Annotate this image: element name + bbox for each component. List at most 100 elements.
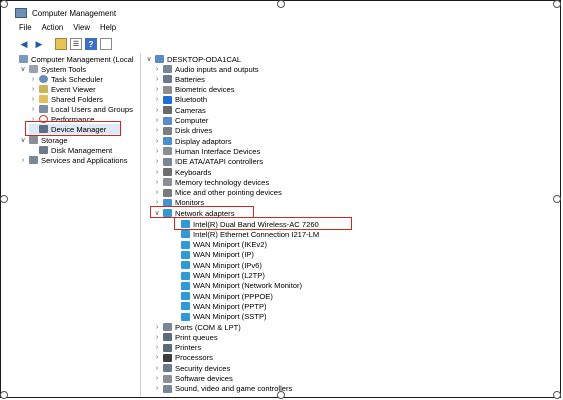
forward-arrow-icon[interactable]: ▶: [33, 38, 45, 50]
mouse-icon: [163, 188, 172, 197]
menu-view[interactable]: View: [73, 23, 90, 35]
device-label: Audio inputs and outputs: [175, 64, 259, 74]
resize-handle[interactable]: [553, 0, 561, 8]
chevron-right-icon[interactable]: ›: [153, 334, 161, 341]
menu-action[interactable]: Action: [42, 23, 64, 35]
device-category[interactable]: › Batteries: [153, 74, 205, 84]
storage-icon: [29, 136, 38, 144]
device-category[interactable]: › Processors: [153, 353, 213, 363]
device-category[interactable]: › Software devices: [153, 374, 233, 384]
chevron-right-icon[interactable]: ›: [29, 96, 37, 103]
device-category[interactable]: › Memory technology devices: [153, 177, 269, 187]
chevron-right-icon[interactable]: ›: [153, 169, 161, 176]
device-category[interactable]: › IDE ATA/ATAPI controllers: [153, 157, 263, 167]
network-adapter-icon: [181, 302, 190, 311]
chevron-right-icon[interactable]: ›: [153, 385, 161, 392]
back-arrow-icon[interactable]: ◀: [18, 38, 30, 50]
network-adapter-item[interactable]: WAN Miniport (L2TP): [171, 271, 265, 281]
clock-icon: [39, 75, 48, 83]
chevron-right-icon[interactable]: ›: [29, 106, 37, 113]
chevron-right-icon[interactable]: ›: [153, 179, 161, 186]
tools-icon: [29, 65, 38, 73]
resize-handle[interactable]: [0, 0, 8, 8]
tree-shared-folders[interactable]: › Shared Folders: [29, 94, 103, 104]
tree-event-viewer[interactable]: › Event Viewer: [29, 84, 96, 94]
device-category[interactable]: › Ports (COM & LPT): [153, 322, 241, 332]
network-adapter-item[interactable]: WAN Miniport (IKEv2): [171, 240, 267, 250]
chevron-right-icon[interactable]: ›: [153, 344, 161, 351]
properties-icon[interactable]: ☰: [70, 38, 82, 50]
network-adapter-item[interactable]: WAN Miniport (PPPOE): [171, 291, 273, 301]
chevron-right-icon[interactable]: ›: [153, 138, 161, 145]
chevron-right-icon[interactable]: ›: [153, 158, 161, 165]
device-category[interactable]: › Mice and other pointing devices: [153, 188, 282, 198]
services-icon: [29, 156, 38, 164]
computer-icon: [155, 55, 164, 63]
chevron-right-icon[interactable]: ›: [153, 375, 161, 382]
tree-item-label: Task Scheduler: [51, 74, 103, 84]
tree-services[interactable]: › Services and Applications: [19, 155, 128, 165]
network-adapter-item[interactable]: WAN Miniport (IPv6): [171, 260, 262, 270]
resize-handle[interactable]: [0, 195, 8, 203]
chevron-right-icon[interactable]: ›: [29, 76, 37, 83]
chevron-right-icon[interactable]: ›: [153, 117, 161, 124]
resize-handle[interactable]: [0, 391, 8, 399]
chevron-right-icon[interactable]: ›: [153, 189, 161, 196]
chevron-down-icon[interactable]: ∨: [19, 136, 27, 144]
speaker-icon: [163, 65, 172, 73]
device-category[interactable]: › Audio inputs and outputs: [153, 64, 259, 74]
tree-local-users[interactable]: › Local Users and Groups: [29, 104, 133, 114]
menu-help[interactable]: Help: [100, 23, 116, 35]
chevron-right-icon[interactable]: ›: [153, 107, 161, 114]
device-category[interactable]: › Disk drives: [153, 126, 212, 136]
chevron-down-icon[interactable]: ∨: [145, 55, 153, 63]
network-adapter-item[interactable]: WAN Miniport (IP): [171, 250, 254, 260]
chevron-right-icon[interactable]: ›: [153, 127, 161, 134]
network-adapter-item[interactable]: WAN Miniport (Network Monitor): [171, 281, 302, 291]
chevron-right-icon[interactable]: ›: [153, 148, 161, 155]
device-category[interactable]: › Biometric devices: [153, 85, 235, 95]
event-log-icon: [39, 85, 48, 93]
chevron-right-icon[interactable]: ›: [153, 324, 161, 331]
device-category[interactable]: › Display adaptors: [153, 136, 232, 146]
chevron-down-icon[interactable]: ∨: [19, 65, 27, 73]
ide-icon: [163, 157, 172, 166]
tree-root[interactable]: Computer Management (Local: [17, 54, 134, 64]
network-adapter-item[interactable]: Intel(R) Ethernet Connection I217-LM: [171, 229, 319, 239]
device-category[interactable]: › Print queues: [153, 332, 218, 342]
tree-task-scheduler[interactable]: › Task Scheduler: [29, 74, 103, 84]
chevron-right-icon[interactable]: ›: [153, 76, 161, 83]
network-adapter-item[interactable]: WAN Miniport (SSTP): [171, 312, 267, 322]
device-category[interactable]: › Human Interface Devices: [153, 146, 260, 156]
folder-up-icon[interactable]: [55, 38, 67, 50]
computer-node[interactable]: ∨ DESKTOP-ODA1CAL: [145, 54, 241, 64]
chevron-right-icon[interactable]: ›: [153, 86, 161, 93]
device-category[interactable]: › Printers: [153, 343, 201, 353]
device-label: Cameras: [175, 105, 206, 115]
tree-system-tools[interactable]: ∨ System Tools: [19, 64, 86, 74]
network-adapter-item[interactable]: WAN Miniport (PPTP): [171, 301, 267, 311]
tree-item-label: Shared Folders: [51, 94, 103, 104]
device-category[interactable]: › Security devices: [153, 363, 230, 373]
resize-handle[interactable]: [277, 0, 285, 8]
menu-file[interactable]: File: [19, 23, 32, 35]
chevron-right-icon[interactable]: ›: [153, 354, 161, 361]
device-category[interactable]: › Computer: [153, 116, 209, 126]
device-category[interactable]: › Sound, video and game controllers: [153, 384, 293, 394]
device-category[interactable]: › Bluetooth: [153, 95, 207, 105]
chevron-right-icon[interactable]: ›: [153, 66, 161, 73]
device-category[interactable]: › Cameras: [153, 105, 206, 115]
chevron-right-icon[interactable]: ›: [153, 365, 161, 372]
device-category[interactable]: › Keyboards: [153, 167, 211, 177]
tree-disk-management[interactable]: Disk Management: [37, 145, 112, 155]
tree-storage-label: Storage: [41, 135, 68, 145]
panel-icon[interactable]: [100, 38, 112, 50]
chevron-right-icon[interactable]: ›: [29, 86, 37, 93]
help-icon[interactable]: ?: [85, 38, 97, 50]
display-icon: [163, 137, 172, 146]
tree-storage[interactable]: ∨ Storage: [19, 135, 68, 145]
chevron-right-icon[interactable]: ›: [153, 96, 161, 103]
device-label: WAN Miniport (PPPOE): [193, 291, 273, 301]
chevron-right-icon[interactable]: ›: [19, 157, 27, 164]
tree-system-tools-label: System Tools: [41, 64, 87, 74]
